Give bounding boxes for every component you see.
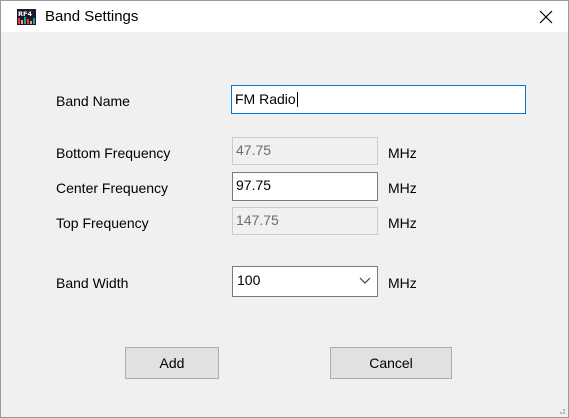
top-frequency-label: Top Frequency bbox=[56, 215, 149, 231]
chevron-down-icon bbox=[359, 277, 371, 284]
window-title: Band Settings bbox=[45, 8, 139, 25]
band-name-value: FM Radio bbox=[235, 91, 296, 107]
top-frequency-unit: MHz bbox=[388, 215, 417, 231]
top-frequency-input: 147.75 bbox=[232, 207, 378, 235]
bottom-frequency-value: 47.75 bbox=[236, 142, 272, 158]
top-frequency-value: 147.75 bbox=[236, 212, 279, 228]
bottom-frequency-unit: MHz bbox=[388, 145, 417, 161]
band-width-dropdown[interactable]: 100 bbox=[232, 266, 378, 297]
band-width-unit: MHz bbox=[388, 275, 417, 291]
center-frequency-label: Center Frequency bbox=[56, 180, 169, 196]
cancel-button[interactable]: Cancel bbox=[330, 347, 452, 379]
bottom-frequency-label: Bottom Frequency bbox=[56, 145, 171, 161]
rf4-app-icon: RF4 bbox=[17, 9, 36, 25]
bottom-frequency-input: 47.75 bbox=[232, 137, 378, 165]
band-name-label: Band Name bbox=[56, 93, 130, 109]
band-width-value: 100 bbox=[237, 272, 261, 288]
center-frequency-value: 97.75 bbox=[236, 177, 272, 193]
cancel-button-label: Cancel bbox=[369, 355, 413, 371]
close-button[interactable] bbox=[524, 1, 568, 32]
close-icon bbox=[539, 10, 553, 23]
svg-text:RF4: RF4 bbox=[18, 10, 32, 18]
center-frequency-input[interactable]: 97.75 bbox=[232, 172, 378, 201]
band-width-label: Band Width bbox=[56, 275, 129, 291]
add-button[interactable]: Add bbox=[125, 347, 219, 379]
resize-grip-icon[interactable] bbox=[556, 405, 566, 415]
add-button-label: Add bbox=[159, 355, 185, 371]
band-name-input[interactable]: FM Radio bbox=[231, 85, 526, 114]
text-caret bbox=[296, 92, 298, 107]
center-frequency-unit: MHz bbox=[388, 180, 417, 196]
band-settings-dialog: RF4 Band Settings Band Name FM Radio Bot… bbox=[0, 0, 569, 418]
title-bar[interactable]: RF4 Band Settings bbox=[1, 1, 568, 32]
